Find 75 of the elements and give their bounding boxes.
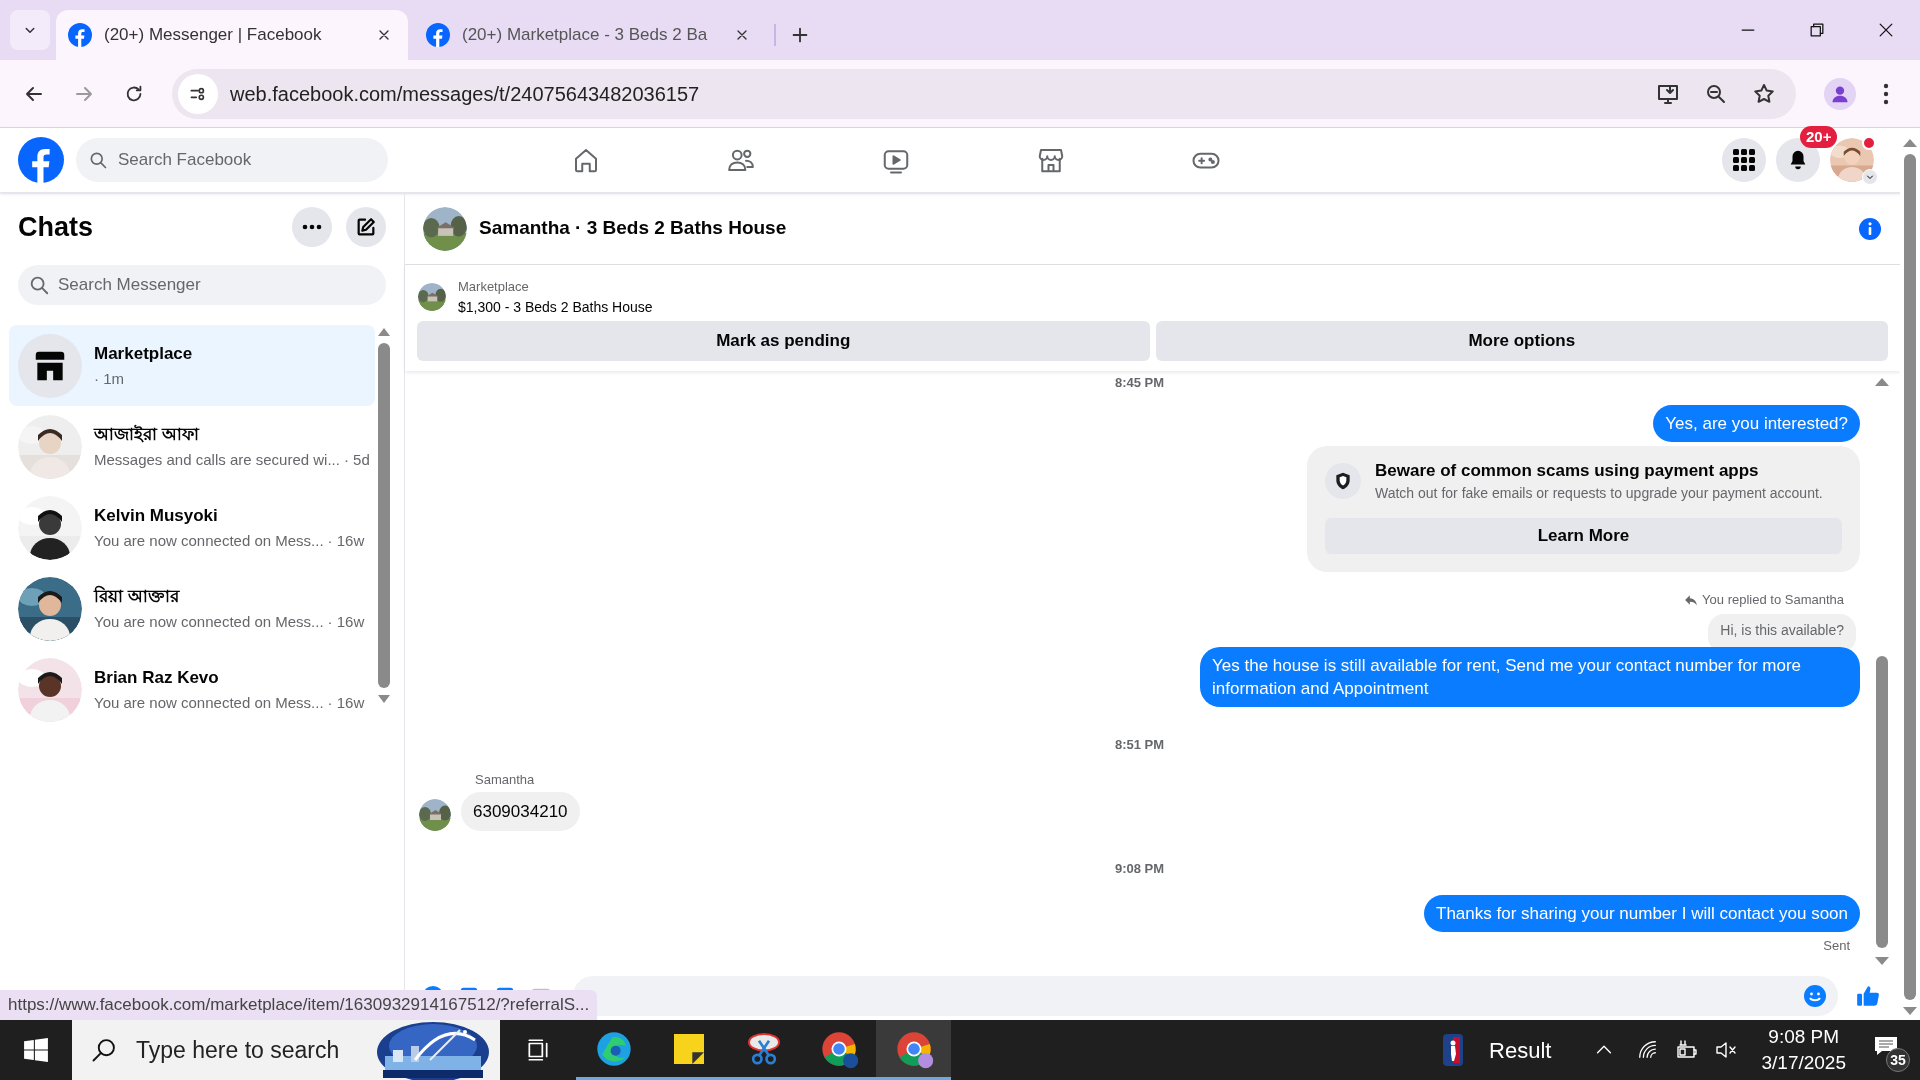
chat-list-item[interactable]: Marketplace · 1m: [9, 325, 375, 406]
chat-list-item[interactable]: রিয়া আক্তার You are now connected on Mess... · 16w: [9, 568, 375, 649]
search-icon: [88, 150, 108, 170]
timestamp: 8:45 PM: [1114, 374, 1165, 392]
message-preview: You are now connected on Mess...: [94, 531, 324, 551]
action-button[interactable]: Mark as pending: [417, 321, 1150, 361]
chat-name: Marketplace: [94, 342, 193, 365]
sender-name: Samantha: [475, 771, 536, 789]
browser-tab[interactable]: (20+) Messenger | Facebook: [56, 10, 408, 60]
account-caret-icon[interactable]: [1862, 169, 1878, 185]
chat-time: · 1m: [94, 369, 124, 389]
chat-list-item[interactable]: আজাইরা আফা Messages and calls are secured wi... · 5d: [9, 406, 375, 487]
notice-title: Beware of common scams using payment apps: [1375, 459, 1760, 482]
message-bubble: Yes, are you interested?: [1653, 404, 1860, 442]
chat-time: · 16w: [327, 531, 365, 551]
chrome-icon[interactable]: [876, 1020, 951, 1080]
weather-text[interactable]: Result: [1489, 1033, 1552, 1067]
chat-time: · 16w: [327, 693, 365, 713]
tab-title: (20+) Messenger | Facebook: [104, 24, 323, 47]
search-field[interactable]: Search Messenger: [18, 265, 386, 305]
chat-name: রিয়া আক্তার: [94, 584, 181, 608]
clock-time[interactable]: 9:08 PM: [1768, 1024, 1840, 1050]
scrollbar-thumb[interactable]: [1876, 656, 1888, 948]
notification-badge: 20+: [1800, 126, 1838, 148]
search-icon: [28, 274, 50, 296]
conversation-title: Samantha · 3 Beds 2 Baths House: [479, 216, 788, 241]
message-bubble: 6309034210: [461, 791, 580, 831]
notification-count: 35: [1886, 1048, 1910, 1072]
chat-time: · 5d: [343, 450, 370, 470]
search-icon: [90, 1036, 118, 1064]
tab-title: (20+) Marketplace - 3 Beds 2 Ba: [462, 24, 709, 47]
message-bubble: Thanks for sharing your number I will contact you soon: [1424, 894, 1860, 932]
facebook-logo-icon: [426, 23, 450, 47]
sidebar-title: Chats: [18, 210, 94, 244]
scrollbar-thumb[interactable]: [378, 343, 390, 688]
chat-name: Brian Raz Kevo: [94, 666, 220, 689]
emoji-icon[interactable]: [1802, 983, 1828, 1009]
scrollbar-thumb[interactable]: [1904, 154, 1916, 1000]
address-bar[interactable]: web.facebook.com/messages/t/24075643482036157: [172, 68, 1796, 119]
listing-title: $1,300 - 3 Beds 2 Baths House: [458, 298, 653, 317]
listing-source: Marketplace: [458, 278, 530, 296]
message-status: Sent: [1823, 936, 1850, 955]
profile-icon[interactable]: [1824, 77, 1856, 110]
message-preview: Messages and calls are secured wi...: [94, 450, 340, 470]
search-field[interactable]: Search Facebook: [76, 138, 388, 182]
apps-grid-icon[interactable]: [1722, 138, 1766, 182]
message-bubble: Yes the house is still available for rent, Send me your contact number for more information and Appointment: [1200, 646, 1860, 707]
taskbar-search-field[interactable]: Type here to search: [72, 1020, 500, 1080]
chat-name: Kelvin Musyoki: [94, 504, 219, 527]
message-preview: You are now connected on Mess...: [94, 693, 324, 713]
notification-center-button[interactable]: 35: [1868, 1028, 1908, 1072]
link-url-tooltip: https://www.facebook.com/marketplace/item/1630932914167512/?referralS...: [0, 990, 598, 1020]
shield-icon: [1325, 462, 1361, 499]
new-message-icon[interactable]: [346, 207, 386, 247]
facebook-logo-icon: [68, 23, 92, 47]
site-settings-icon: [178, 73, 218, 114]
message-icon: [1874, 1036, 1898, 1056]
info-icon[interactable]: [1858, 216, 1882, 241]
timestamp: 9:08 PM: [1114, 860, 1165, 878]
clock-date[interactable]: 3/17/2025: [1761, 1050, 1846, 1076]
chat-list-item[interactable]: Brian Raz Kevo You are now connected on Mess... · 16w: [9, 649, 375, 730]
reply-note: You replied to Samantha: [1702, 591, 1844, 609]
browser-tab[interactable]: (20+) Marketplace - 3 Beds 2 Ba: [414, 10, 766, 60]
chat-name: আজাইরা আফা: [94, 423, 201, 446]
chat-time: · 16w: [327, 612, 365, 632]
notice-text: Watch out for fake emails or requests to upgrade your payment account.: [1375, 484, 1823, 503]
chat-list-item[interactable]: Kelvin Musyoki You are now connected on Mess... · 16w: [9, 487, 375, 568]
facebook-logo-icon[interactable]: [18, 137, 64, 183]
learn-more-button[interactable]: Learn More: [1325, 518, 1842, 554]
message-preview: You are now connected on Mess...: [94, 612, 324, 632]
action-button[interactable]: More options: [1155, 321, 1888, 361]
search-input[interactable]: Type here to search: [136, 1032, 356, 1068]
timestamp: 8:51 PM: [1114, 735, 1165, 754]
url-text: web.facebook.com/messages/t/24075643482036157: [230, 81, 701, 107]
more-options-icon[interactable]: [292, 207, 332, 247]
